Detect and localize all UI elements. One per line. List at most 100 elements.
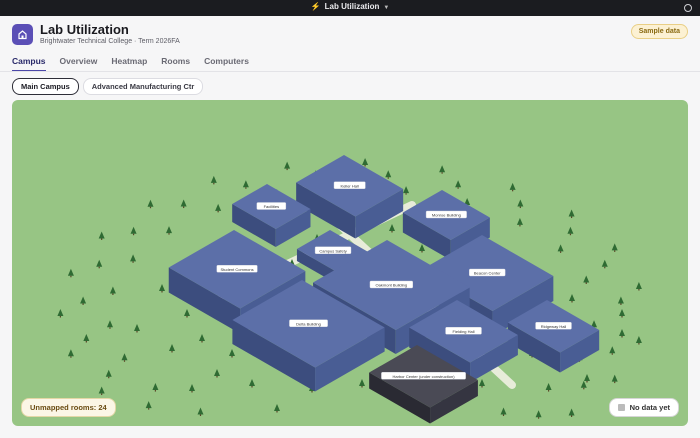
tree-trunk: [82, 303, 84, 305]
tree-trunk: [245, 187, 247, 189]
tree-icon: [516, 217, 523, 225]
chevron-down-icon: ▼: [383, 5, 390, 11]
tree-icon: [96, 259, 103, 267]
tree-trunk: [311, 391, 313, 393]
tree-trunk: [519, 206, 521, 209]
building-label: Harbor Center (under construction): [393, 374, 456, 379]
tree-trunk: [387, 177, 389, 179]
tree-trunk: [286, 168, 288, 171]
tree-trunk: [457, 187, 459, 189]
tree-trunk: [85, 340, 87, 343]
tree-icon: [199, 334, 205, 341]
tab-heatmap[interactable]: Heatmap: [111, 56, 147, 72]
tree-trunk: [621, 316, 623, 318]
building-icon: [18, 30, 27, 40]
tree-trunk: [98, 266, 100, 269]
building-label: Monroe Building: [432, 213, 461, 218]
tree-trunk: [108, 376, 110, 379]
legend-label: No data yet: [629, 403, 670, 412]
window-title-bar: ⚡ Lab Utilization ▼: [0, 0, 700, 16]
tree-icon: [389, 224, 395, 231]
tree-icon: [121, 353, 128, 361]
campus-pill-main[interactable]: Main Campus: [12, 78, 79, 95]
tree-icon: [98, 386, 105, 394]
tree-trunk: [101, 238, 103, 240]
tree-icon: [611, 243, 618, 251]
tree-trunk: [614, 381, 616, 384]
tab-rooms[interactable]: Rooms: [161, 56, 190, 72]
app-logo: [12, 24, 33, 45]
tree-icon: [419, 244, 425, 251]
tree-trunk: [441, 172, 443, 174]
tree-icon: [535, 410, 542, 418]
tree-icon: [545, 383, 552, 391]
tree-trunk: [611, 353, 613, 355]
campus-pill-advanced[interactable]: Advanced Manufacturing Ctr: [82, 78, 204, 95]
tree-trunk: [231, 356, 233, 358]
tree-trunk: [481, 386, 483, 388]
unmapped-rooms-chip: Unmapped rooms: 24: [21, 398, 116, 417]
tree-icon: [403, 186, 410, 194]
tree-icon: [152, 383, 159, 391]
tree-icon: [619, 329, 625, 336]
tree-icon: [274, 404, 280, 411]
tree-icon: [584, 374, 590, 381]
tree-trunk: [70, 275, 72, 278]
tree-trunk: [217, 210, 219, 213]
tree-icon: [169, 344, 175, 351]
tree-trunk: [161, 291, 163, 293]
tree-icon: [83, 333, 90, 341]
building-label: Campus Safety: [319, 248, 346, 253]
tree-icon: [569, 294, 575, 301]
tab-campus[interactable]: Campus: [12, 56, 46, 72]
tree-icon: [130, 254, 137, 262]
tree-icon: [109, 286, 116, 294]
window-circle-icon[interactable]: [684, 4, 692, 12]
building-label: Keller Hall: [341, 183, 359, 188]
tree-icon: [184, 309, 190, 316]
tree-trunk: [560, 251, 562, 253]
tree-icon: [147, 199, 154, 207]
tree-icon: [601, 259, 608, 267]
tree-trunk: [59, 316, 61, 318]
tree-trunk: [570, 216, 573, 219]
tree-icon: [215, 203, 222, 211]
tab-computers[interactable]: Computers: [204, 56, 249, 72]
tab-overview[interactable]: Overview: [60, 56, 98, 72]
tree-trunk: [70, 356, 72, 358]
tree-trunk: [183, 206, 185, 209]
tree-trunk: [502, 414, 505, 417]
campus-selector: Main Campus Advanced Manufacturing Ctr: [12, 78, 204, 95]
legend-chip: No data yet: [608, 398, 679, 417]
window-title-menu[interactable]: ⚡ Lab Utilization ▼: [0, 2, 700, 11]
tree-trunk: [201, 341, 203, 343]
tree-trunk: [123, 360, 126, 362]
building-label: Ridgeway Hall: [541, 324, 567, 329]
bolt-icon: ⚡: [310, 2, 321, 11]
tree-trunk: [251, 386, 253, 388]
tree-trunk: [191, 391, 193, 393]
tree-icon: [635, 335, 642, 343]
campus-map[interactable]: Keller Hall Facilities Monroe Building Camp…: [12, 100, 688, 426]
tree-trunk: [216, 376, 218, 378]
tree-trunk: [547, 390, 550, 392]
tree-trunk: [364, 164, 366, 167]
tree-icon: [67, 268, 74, 276]
tree-trunk: [276, 411, 278, 413]
main-tabs: Campus Overview Heatmap Rooms Computers: [12, 56, 263, 72]
tree-trunk: [638, 342, 640, 345]
window-title: Lab Utilization: [324, 2, 380, 11]
tree-trunk: [620, 303, 622, 305]
tree-trunk: [614, 250, 616, 252]
tree-icon: [557, 244, 564, 252]
tree-icon: [517, 199, 524, 207]
tree-icon: [583, 275, 590, 283]
tree-icon: [106, 320, 113, 328]
tree-icon: [611, 374, 618, 382]
building-label: Facilities: [264, 204, 280, 209]
tree-icon: [130, 226, 137, 234]
tree-icon: [509, 182, 516, 190]
tree-icon: [242, 180, 249, 188]
building-label: Oakmont Building: [376, 283, 408, 288]
tree-trunk: [132, 233, 135, 236]
